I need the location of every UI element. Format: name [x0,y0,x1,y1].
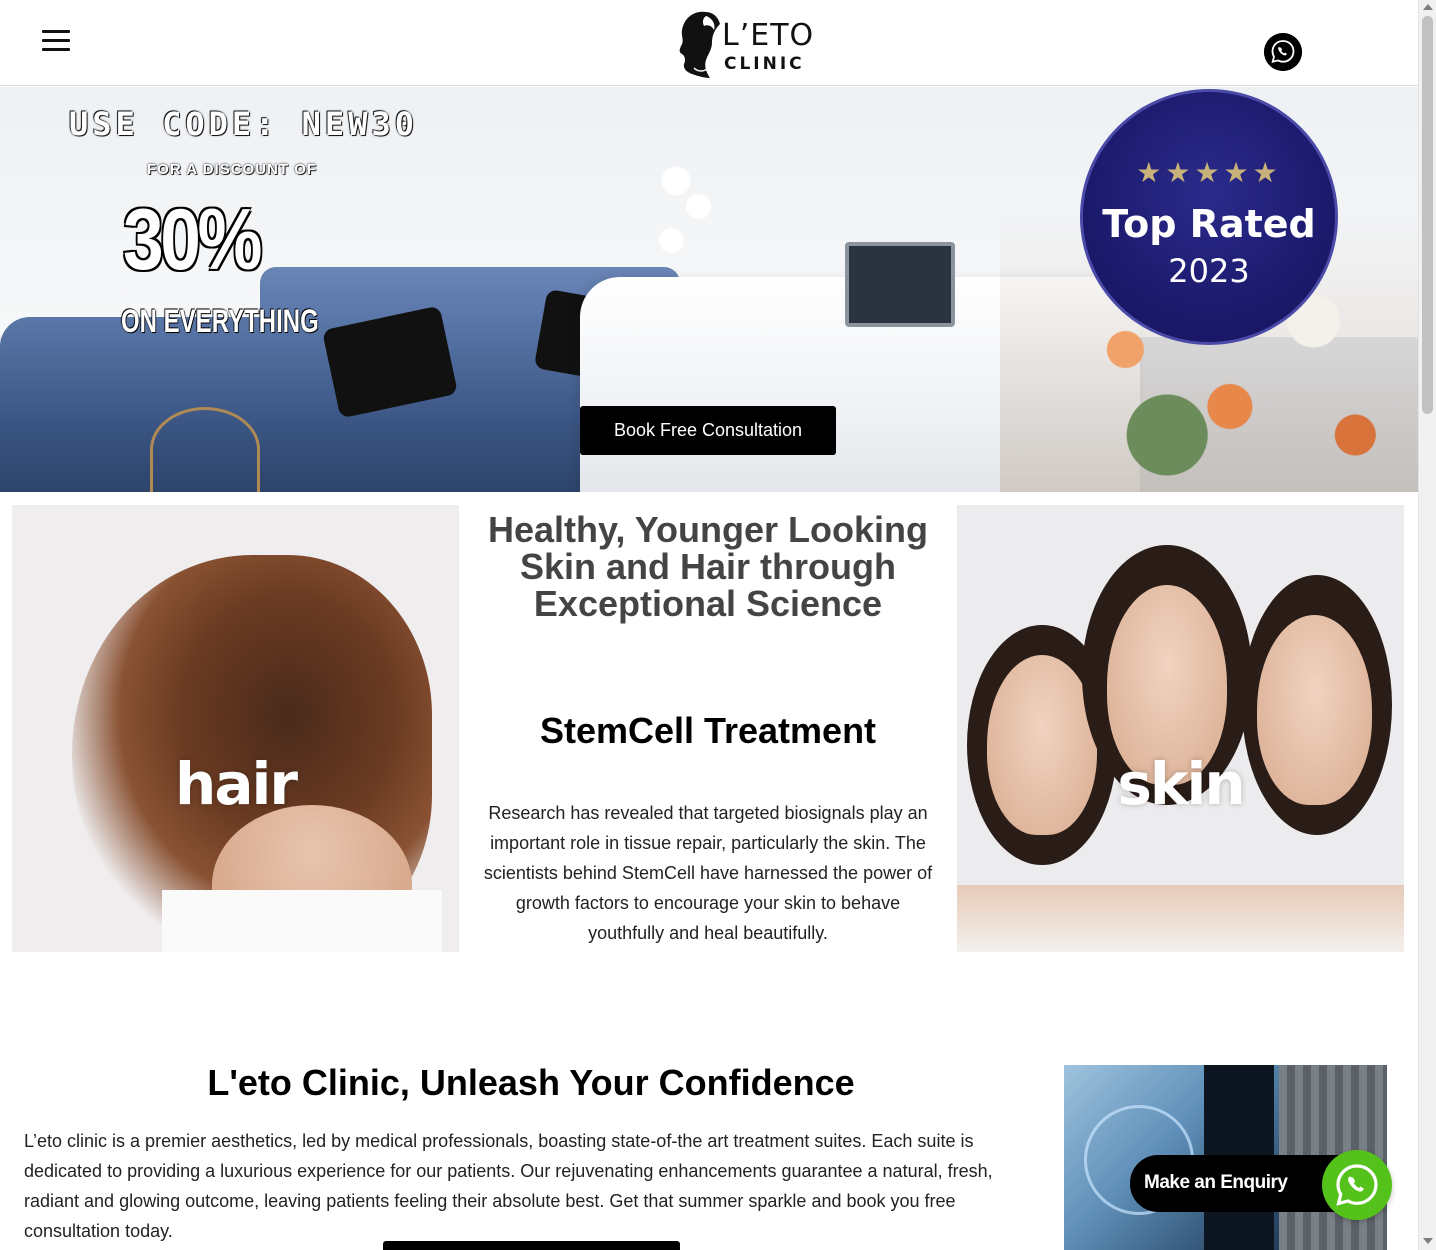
page-scrollbar[interactable] [1418,0,1436,1250]
promo-code-text: USE CODE: NEW30 [69,105,418,143]
treatment-title: StemCell Treatment [539,710,877,751]
scroll-down-arrow-icon[interactable] [1423,1238,1433,1244]
hero-banner: USE CODE: NEW30 FOR A DISCOUNT OF 30% ON… [0,87,1418,492]
book-free-consultation-button[interactable]: Book Free Consultation [580,406,836,455]
logo-silhouette-icon [679,11,720,79]
make-enquiry-label: Make an Enquiry [1144,1172,1288,1193]
whatsapp-icon[interactable] [1264,33,1302,71]
badge-year: 2023 [1168,252,1250,290]
about-text: L’eto clinic is a premier aesthetics, le… [24,1131,993,1241]
badge-title: Top Rated [1102,202,1316,246]
promo-percent-text: 30% [123,192,263,288]
about-cta-button[interactable] [383,1241,680,1250]
skin-card-label: skin [1117,750,1245,818]
scroll-up-arrow-icon[interactable] [1423,4,1433,10]
hair-treatment-card[interactable]: hair [12,505,459,952]
about-title: L'eto Clinic, Unleash Your Confidence [207,1062,855,1103]
promo-scope-text: ON EVERYTHING [121,303,319,339]
hamburger-menu-icon[interactable] [42,30,70,52]
promo-overlay: USE CODE: NEW30 FOR A DISCOUNT OF 30% ON… [55,105,414,355]
skin-treatment-card[interactable]: skin [957,505,1404,952]
tagline-heading: Healthy, Younger Looking Skin and Hair t… [487,509,929,624]
hair-image-dress [162,890,442,952]
logo-text-leto: L’ETO [722,18,815,53]
whatsapp-chat-icon[interactable] [1322,1150,1392,1220]
site-header: L’ETO CLINIC [0,0,1418,86]
site-logo[interactable]: L’ETO CLINIC [676,8,826,80]
hair-card-label: hair [175,750,298,818]
treatment-intro: Healthy, Younger Looking Skin and Hair t… [472,505,944,948]
scroll-thumb[interactable] [1422,16,1433,414]
page: L’ETO CLINIC USE CODE: NEW30 FOR A DISCO… [0,0,1418,1250]
logo-text-clinic: CLINIC [724,54,805,74]
badge-stars-icon: ★★★★★ [1136,157,1282,188]
top-rated-badge: ★★★★★ Top Rated 2023 [1080,89,1338,345]
skin-image-shoulders [957,885,1404,952]
hero-side-table [150,407,260,492]
treatment-description: Research has revealed that targeted bios… [483,803,933,943]
hero-monitor [845,242,955,327]
promo-sub-text: FOR A DISCOUNT OF [147,161,318,178]
